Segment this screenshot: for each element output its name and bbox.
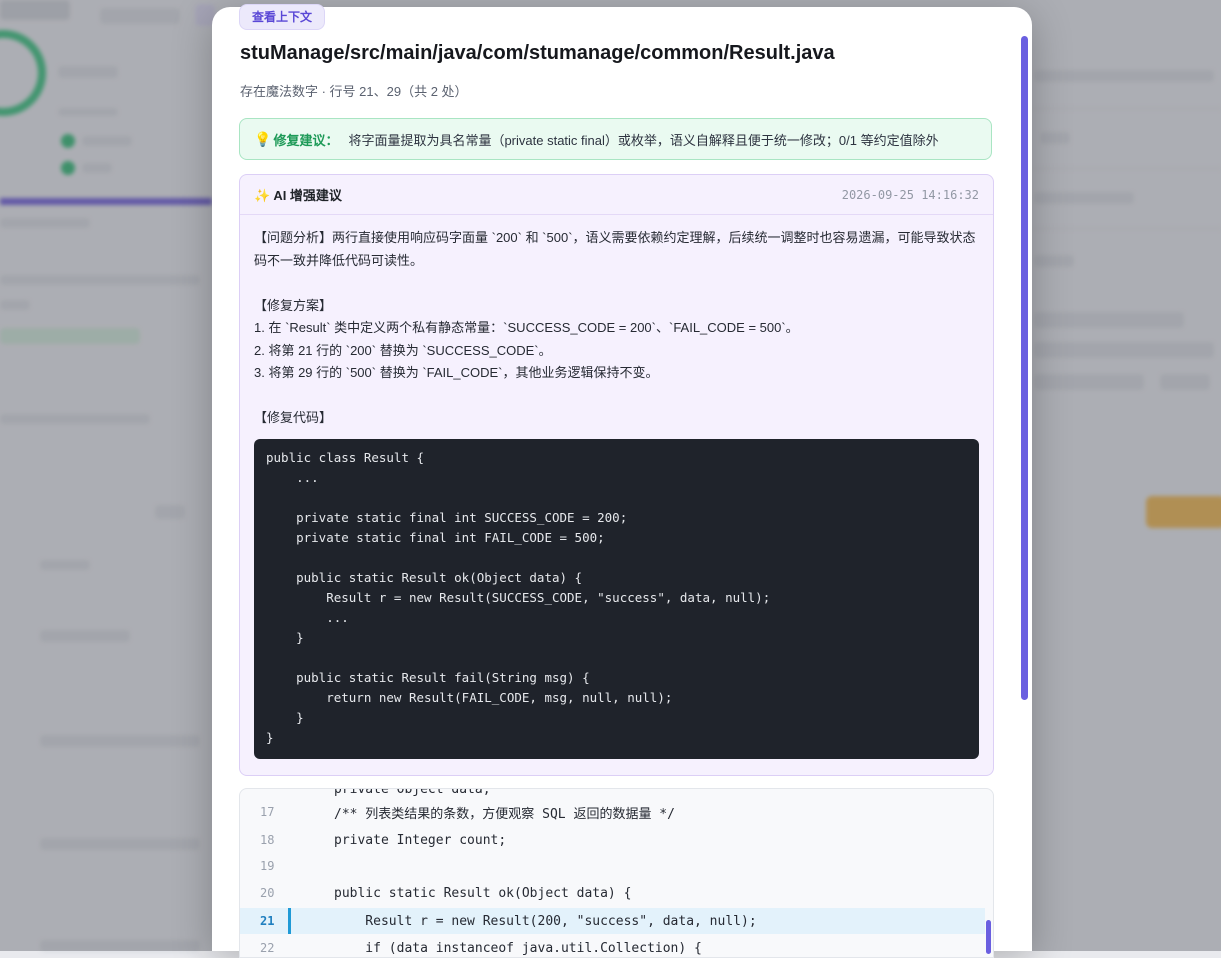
plan-step: 3. 将第 29 行的 `500` 替换为 `FAIL_CODE`，其他业务逻辑… [254,365,659,380]
line-code: if (data instanceof java.util.Collection… [334,940,702,956]
plan-step: 1. 在 `Result` 类中定义两个私有静态常量：`SUCCESS_CODE… [254,320,799,335]
line-number: 17 [260,805,275,819]
plan-heading: 【修复方案】 [254,297,333,313]
code-line: 20 public static Result ok(Object data) … [240,880,985,906]
code-heading: 【修复代码】 [254,410,333,425]
source-scrollbar[interactable] [986,920,991,954]
view-context-button[interactable]: 查看上下文 [239,4,326,30]
ai-suggestion-header: ✨ AI 增强建议 2026-09-25 14:16:32 [240,175,993,215]
fixed-code: public class Result { ... private static… [266,449,771,745]
highlighted-code-line: 21 Result r = new Result(200, "success",… [240,908,985,934]
line-number: 21 [260,914,275,928]
ai-suggestion-title: ✨ AI 增强建议 [254,188,342,203]
source-code-viewer[interactable]: private Object data; 17 /** 列表类结果的条数，方便观… [239,788,994,958]
line-number: 20 [260,886,275,900]
fix-tip-label: 修复建议： [273,132,339,148]
analysis-text: 【问题分析】两行直接使用响应码字面量 `200` 和 `500`，语义需要依赖约… [254,230,976,268]
ai-suggestion-panel: ✨ AI 增强建议 2026-09-25 14:16:32 【问题分析】两行直接… [239,174,994,776]
plan-step: 2. 将第 21 行的 `200` 替换为 `SUCCESS_CODE`。 [254,342,552,358]
code-line: 22 if (data instanceof java.util.Collect… [240,935,985,957]
lightbulb-icon: 💡 [254,130,272,147]
ai-suggestion-timestamp: 2026-09-25 14:16:32 [841,187,979,202]
line-number: 22 [260,941,275,955]
line-code: public static Result ok(Object data) { [334,885,632,901]
line-code: private Object data; [334,788,491,797]
fix-tip-text: 将字面量提取为具名常量（private static final）或枚举，语义自… [348,132,939,148]
line-code: private Integer count; [334,832,507,848]
file-path-title: stuManage/src/main/java/com/stumanage/co… [240,42,835,64]
modal-scrollbar[interactable] [1021,36,1028,700]
issue-meta: 存在魔法数字 · 行号 21、29（共 2 处） [240,84,468,99]
line-number: 18 [260,833,275,847]
fixed-code-block[interactable]: public class Result { ... private static… [254,438,979,759]
highlight-marker [288,908,291,934]
line-code: /** 列表类结果的条数，方便观察 SQL 返回的数据量 */ [334,806,675,822]
code-line: 19 [240,853,985,879]
ai-suggestion-body: 【问题分析】两行直接使用响应码字面量 `200` 和 `500`，语义需要依赖约… [240,215,993,759]
fix-tip-banner: 💡 修复建议： 将字面量提取为具名常量（private static final… [239,118,992,160]
line-code: Result r = new Result(200, "success", da… [334,913,757,929]
code-line: 17 /** 列表类结果的条数，方便观察 SQL 返回的数据量 */ [240,799,985,825]
code-line: 18 private Integer count; [240,827,985,853]
line-number: 19 [260,859,275,873]
